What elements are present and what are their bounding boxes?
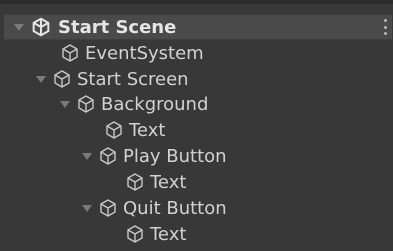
cube-icon xyxy=(127,225,143,243)
hierarchy-item-background[interactable]: Background xyxy=(60,91,208,117)
cube-icon xyxy=(100,147,116,165)
cube-icon xyxy=(62,44,78,62)
expand-arrow-icon[interactable] xyxy=(60,100,70,108)
hierarchy-item-text[interactable]: Text xyxy=(125,221,186,247)
scene-row[interactable]: Start Scene xyxy=(14,14,176,40)
hierarchy-item-label: Start Screen xyxy=(77,68,189,90)
cube-icon xyxy=(78,95,94,113)
hierarchy-item-play-button[interactable]: Play Button xyxy=(82,143,227,169)
more-options-icon[interactable] xyxy=(383,19,387,35)
hierarchy-item-label: Text xyxy=(150,171,187,193)
scene-title: Start Scene xyxy=(58,16,177,38)
expand-arrow-icon[interactable] xyxy=(36,75,46,83)
cube-icon xyxy=(127,173,143,191)
hierarchy-item-label: EventSystem xyxy=(85,42,204,64)
expand-arrow-icon[interactable] xyxy=(82,152,92,160)
hierarchy-item-quit-button[interactable]: Quit Button xyxy=(82,195,227,221)
hierarchy-item-text[interactable]: Text xyxy=(125,169,186,195)
hierarchy-item-label: Quit Button xyxy=(123,197,227,219)
hierarchy-item-label: Background xyxy=(101,93,209,115)
hierarchy-item-label: Play Button xyxy=(123,145,227,167)
cube-icon xyxy=(54,70,70,88)
hierarchy-item-text[interactable]: Text xyxy=(104,117,165,143)
hierarchy-item-eventsystem[interactable]: EventSystem xyxy=(60,40,204,66)
expand-arrow-icon[interactable] xyxy=(82,204,92,212)
cube-icon xyxy=(100,199,116,217)
hierarchy-item-label: Text xyxy=(129,119,166,141)
hierarchy-item-label: Text xyxy=(150,223,187,245)
hierarchy-item-start-screen[interactable]: Start Screen xyxy=(36,66,189,92)
cube-icon xyxy=(106,121,122,139)
unity-scene-icon xyxy=(32,17,50,37)
expand-arrow-icon[interactable] xyxy=(14,23,24,31)
